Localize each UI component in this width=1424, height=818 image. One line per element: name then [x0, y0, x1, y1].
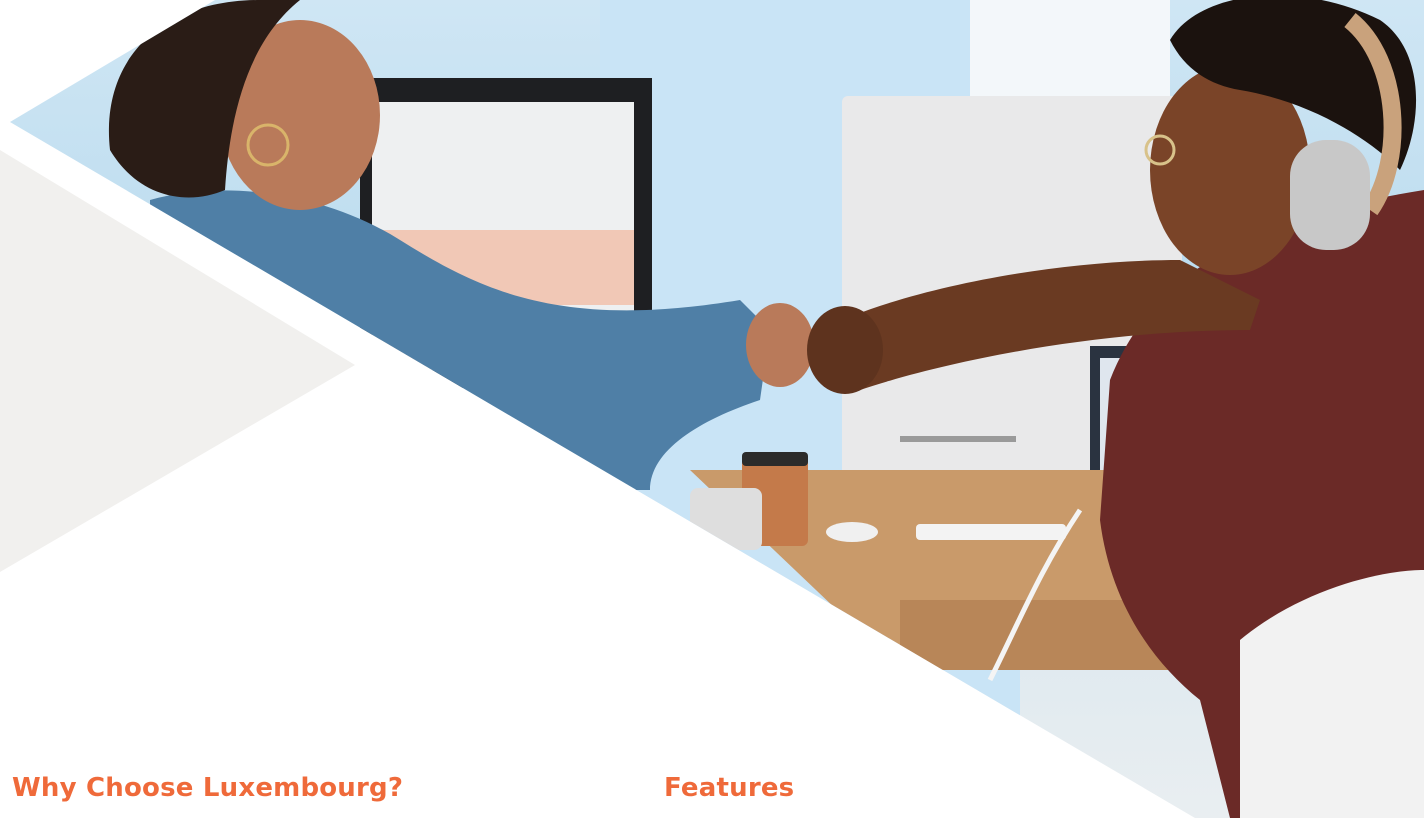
keyboard: [916, 524, 1066, 540]
man-fist: [807, 306, 883, 394]
coffee-lid: [742, 452, 808, 466]
page: Why Choose Luxembourg? Features: [0, 0, 1424, 818]
why-choose-heading: Why Choose Luxembourg?: [12, 773, 404, 803]
features-heading: Features: [664, 773, 795, 803]
monitor-ports: [900, 436, 1016, 442]
mouse: [826, 522, 878, 542]
mug: [690, 488, 762, 550]
headphone-cup: [1290, 140, 1370, 250]
woman-fist: [746, 303, 814, 387]
